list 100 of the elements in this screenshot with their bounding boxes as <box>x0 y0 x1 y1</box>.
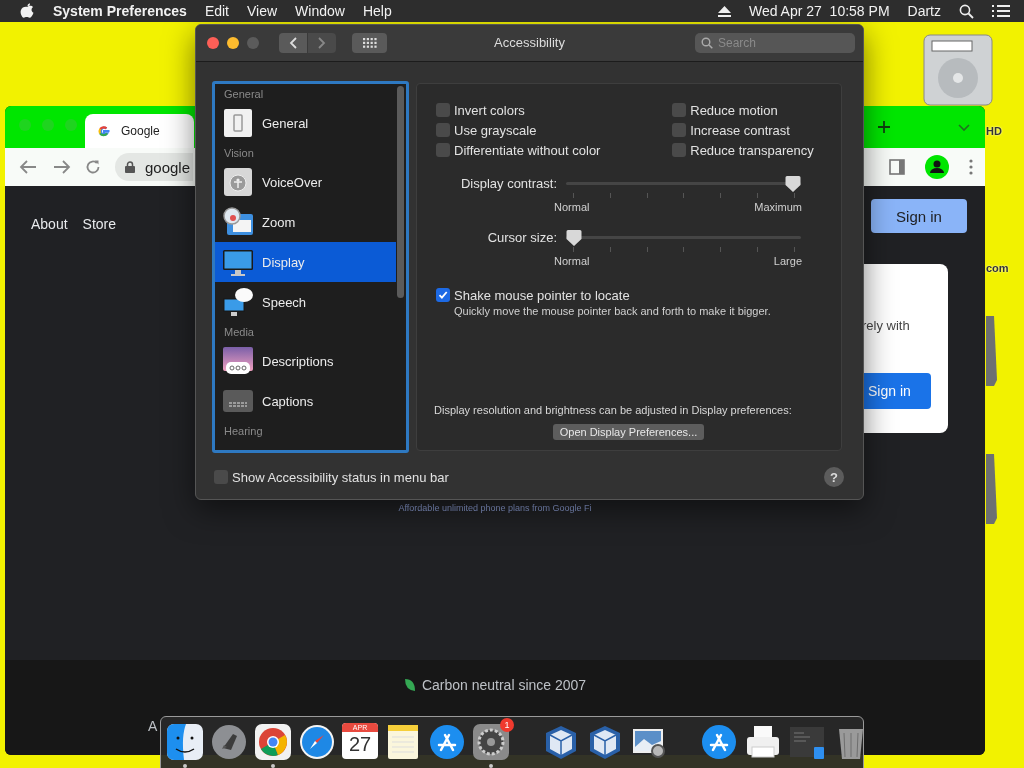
grid-icon <box>362 38 377 48</box>
finder-icon[interactable] <box>166 723 204 761</box>
menu-item[interactable]: Window <box>295 3 345 19</box>
sign-in-button[interactable]: Sign in <box>871 199 967 233</box>
menu-item[interactable]: View <box>247 3 278 19</box>
sign-in-button[interactable]: Sign in <box>862 373 931 409</box>
slider-track[interactable] <box>566 176 801 190</box>
minimize-button[interactable] <box>227 37 239 49</box>
sidebar-icon[interactable] <box>889 159 905 175</box>
category-item[interactable]: General <box>215 103 396 143</box>
address-field[interactable]: google <box>115 153 193 181</box>
search-icon <box>701 37 713 49</box>
plus-icon[interactable] <box>877 120 891 134</box>
checkbox[interactable] <box>436 103 450 117</box>
leaf-icon <box>403 678 416 692</box>
section-header: Vision <box>223 146 255 161</box>
compass-icon[interactable] <box>298 723 336 761</box>
category-item[interactable]: VoiceOver <box>215 162 396 202</box>
show-all-button[interactable] <box>352 33 387 53</box>
switch-icon <box>222 107 254 139</box>
lock-icon <box>125 161 135 173</box>
menu-item[interactable]: Help <box>362 3 392 19</box>
hard-drive-icon[interactable] <box>920 33 996 107</box>
checkbox[interactable] <box>436 143 450 157</box>
tick-label: Normal <box>554 201 590 213</box>
forward-icon[interactable] <box>53 159 71 175</box>
footer-text: Carbon neutral since 2007 <box>421 677 587 693</box>
chrome-icon[interactable] <box>254 723 292 761</box>
back-button[interactable] <box>279 33 307 53</box>
slider-thumb[interactable] <box>566 229 582 247</box>
checkbox[interactable] <box>214 470 228 484</box>
checkbox-option[interactable]: Reduce transparency <box>672 143 841 157</box>
category-item[interactable]: Captions <box>215 381 396 421</box>
close-button[interactable] <box>207 37 219 49</box>
checkbox-option[interactable]: Shake mouse pointer to locate <box>436 288 841 302</box>
tick-label: Maximum <box>754 201 802 213</box>
apple-icon[interactable] <box>20 2 35 20</box>
tick-label: Normal <box>554 255 590 267</box>
accessibility-icon <box>222 166 254 198</box>
checkbox-option[interactable]: Increase contrast <box>672 123 841 137</box>
chevron-down-icon[interactable] <box>957 122 971 132</box>
chevron-right-icon <box>318 37 326 49</box>
category-item[interactable]: Descriptions <box>215 341 396 381</box>
browser-tab[interactable]: Google <box>85 114 194 148</box>
slider-thumb[interactable] <box>785 175 801 193</box>
footer-link[interactable]: A <box>148 718 158 734</box>
monitor-speech-icon <box>222 286 254 318</box>
gear-icon[interactable] <box>472 723 510 761</box>
checkbox-option[interactable]: Reduce motion <box>672 103 841 117</box>
checkbox-option[interactable]: Show Accessibility status in menu bar <box>214 470 449 484</box>
nav-link[interactable]: About <box>31 216 68 232</box>
slider-label: Display contrast: <box>459 176 557 191</box>
search-icon[interactable] <box>959 3 974 19</box>
magnifier-window-icon <box>222 206 254 238</box>
menu-user[interactable]: Dartz <box>907 3 941 19</box>
checkbox[interactable] <box>672 103 687 117</box>
chevron-left-icon <box>289 37 297 49</box>
section-header: General <box>223 87 265 102</box>
back-icon[interactable] <box>19 159 37 175</box>
display-note: Display resolution and brightness can be adjusted in Display preferences: <box>434 404 793 416</box>
checkbox-option[interactable]: Differentiate without color <box>436 143 673 157</box>
promo-link[interactable]: Affordable unlimited phone plans from Google Fi <box>398 503 592 513</box>
g-logo-icon <box>97 124 111 138</box>
printer-icon[interactable] <box>744 723 782 761</box>
slider-track[interactable] <box>566 230 801 244</box>
notification-badge: 1 <box>500 718 514 732</box>
reload-icon[interactable] <box>85 159 101 175</box>
menu-item[interactable]: Edit <box>204 3 229 19</box>
calendar-day: 27 <box>348 732 372 756</box>
checkbox[interactable] <box>672 143 687 157</box>
section-header: Media <box>223 325 255 340</box>
desktop-label: com <box>986 262 1009 274</box>
checkbox[interactable] <box>436 288 450 302</box>
checkbox-option[interactable]: Invert colors <box>436 103 673 117</box>
eject-icon[interactable] <box>717 5 731 17</box>
window-title: Accessibility <box>494 35 565 50</box>
slider-label: Cursor size: <box>486 230 557 245</box>
option-description: Quickly move the mouse pointer back and forth to make it bigger. <box>454 305 772 317</box>
checkbox[interactable] <box>672 123 687 137</box>
tick-label: Large <box>773 255 802 267</box>
profile-icon[interactable] <box>925 155 949 179</box>
scrollbar-thumb[interactable] <box>397 86 404 298</box>
speech-bubble-icon <box>222 345 254 377</box>
section-header: Hearing <box>223 424 264 439</box>
check-icon <box>438 290 448 300</box>
menu-item[interactable]: System Preferences <box>53 3 187 19</box>
menu-clock[interactable]: Wed Apr 27 10:58 PM <box>748 3 890 19</box>
app-store-icon[interactable] <box>428 723 466 761</box>
checkbox-option[interactable]: Use grayscale <box>436 123 673 137</box>
nav-link[interactable]: Store <box>82 216 117 232</box>
help-button[interactable]: ? <box>824 467 844 487</box>
open-display-preferences-button[interactable]: Open Display Preferences... <box>552 424 705 440</box>
app-store-icon[interactable] <box>700 723 738 761</box>
desktop-label: HD <box>986 125 1002 137</box>
list-icon[interactable] <box>992 4 1010 18</box>
category-item[interactable]: Speech <box>215 282 396 322</box>
category-item[interactable]: Zoom <box>215 202 396 242</box>
more-icon[interactable] <box>969 159 973 175</box>
checkbox[interactable] <box>436 123 450 137</box>
category-item[interactable]: Display <box>215 242 396 282</box>
